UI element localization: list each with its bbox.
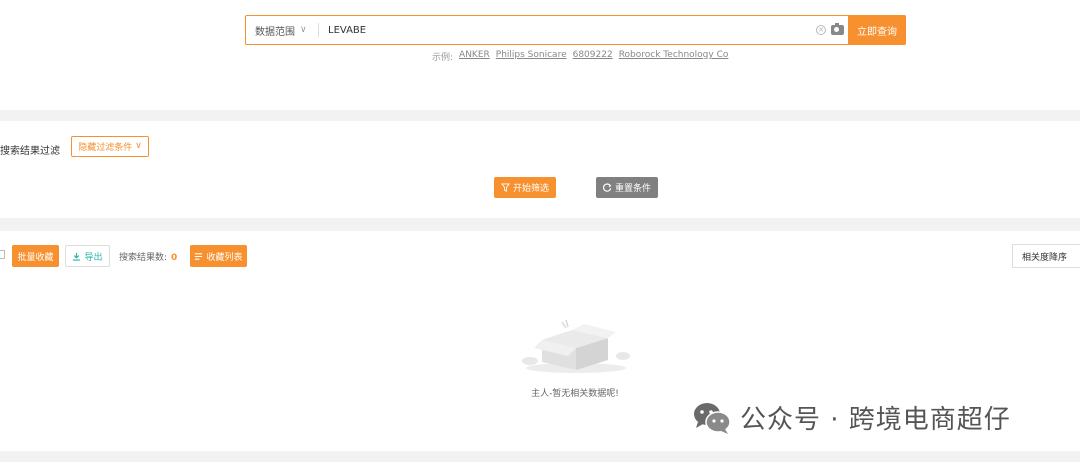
search-examples: 示例: ANKER Philips Sonicare 6809222 Robor… (432, 50, 728, 63)
start-filter-label: 开始筛选 (512, 184, 549, 194)
reset-button[interactable]: 重置条件 (596, 177, 658, 198)
search-button[interactable]: 立即查询 (848, 15, 906, 45)
favorite-list-button[interactable]: 收藏列表 (190, 245, 247, 267)
examples-prefix: 示例: (432, 53, 454, 63)
filter-icon (500, 183, 510, 192)
chevron-down-icon: ∨ (300, 25, 307, 35)
watermark: 公众号 · 跨境电商超仔 (692, 399, 1011, 436)
select-all-checkbox[interactable] (0, 250, 5, 259)
favorite-list-label: 收藏列表 (206, 252, 243, 263)
export-button[interactable]: 导出 (65, 245, 110, 267)
hide-filter-toggle[interactable]: 隐藏过滤条件 ∨ (71, 136, 149, 157)
empty-box-icon (522, 319, 630, 373)
chevron-down-icon: ∨ (135, 141, 142, 151)
empty-message: 主人-暂无相关数据呢! (531, 389, 619, 399)
wechat-icon (694, 402, 731, 434)
example-link[interactable]: Philips Sonicare (496, 50, 567, 63)
example-link[interactable]: Roborock Technology Co (619, 50, 729, 63)
clear-icon[interactable]: ✕ (816, 25, 826, 35)
search-bar: 数据范围 ∨ ✕ 立即查询 (245, 15, 906, 45)
refresh-icon (602, 183, 612, 192)
watermark-text: 公众号 · 跨境电商超仔 (740, 405, 1011, 435)
download-icon (73, 252, 81, 261)
result-count-value: 0 (171, 253, 178, 263)
batch-favorite-button[interactable]: 批量收藏 (12, 245, 59, 267)
search-input[interactable] (319, 16, 816, 44)
result-count-label: 搜索结果数: (119, 253, 168, 263)
start-filter-button[interactable]: 开始筛选 (494, 177, 556, 198)
sort-select[interactable]: 相关度降序 (1012, 244, 1080, 268)
example-link[interactable]: 6809222 (573, 50, 613, 63)
sort-label: 相关度降序 (1022, 252, 1068, 263)
filter-section (0, 121, 1080, 218)
camera-icon[interactable] (831, 23, 844, 35)
list-icon (195, 252, 203, 260)
export-label: 导出 (84, 252, 103, 263)
scope-select[interactable]: 数据范围 ∨ (246, 16, 318, 44)
filter-section-label: 搜索结果过滤 (0, 146, 60, 157)
scope-label: 数据范围 (255, 26, 295, 38)
result-count: 搜索结果数: 0 (119, 250, 177, 263)
reset-label: 重置条件 (614, 184, 651, 194)
example-link[interactable]: ANKER (459, 50, 490, 63)
hide-filter-label: 隐藏过滤条件 (78, 143, 133, 153)
